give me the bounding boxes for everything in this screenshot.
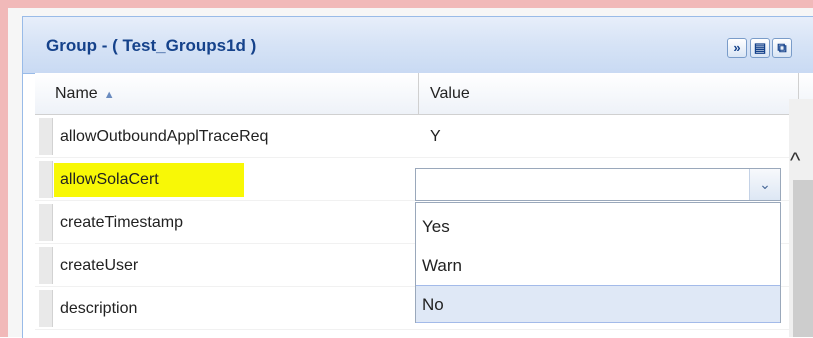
- column-header-name[interactable]: Name ▲: [55, 73, 115, 114]
- column-header-value-label: Value: [430, 85, 470, 102]
- frame-border-left: [0, 0, 8, 337]
- row-marker: [39, 161, 53, 198]
- option-no[interactable]: No: [416, 285, 780, 323]
- row-marker: [39, 290, 53, 327]
- property-name: allowOutboundApplTraceReq: [60, 128, 269, 145]
- column-header-name-label: Name: [55, 85, 98, 102]
- value-combobox[interactable]: ⌄: [415, 168, 781, 201]
- row-divider: [35, 329, 795, 330]
- scroll-thumb[interactable]: [793, 180, 813, 337]
- row-marker: [39, 247, 53, 284]
- sort-ascending-icon: ▲: [103, 89, 115, 101]
- property-name: createTimestamp: [60, 214, 183, 231]
- option-yes[interactable]: Yes: [416, 208, 780, 246]
- row-marker: [39, 204, 53, 241]
- option-warn[interactable]: Warn: [416, 247, 780, 285]
- chevron-down-icon[interactable]: ⌄: [749, 169, 780, 200]
- property-name-highlighted: allowSolaCert: [54, 163, 244, 197]
- dropdown-list: Yes Warn No: [415, 202, 781, 323]
- scroll-up-icon[interactable]: ^: [790, 150, 800, 172]
- frame-border-top: [0, 0, 813, 8]
- column-divider[interactable]: [418, 73, 419, 114]
- row-marker: [39, 118, 53, 155]
- grid-header-row: Name ▲ Value: [35, 73, 813, 115]
- property-value[interactable]: Y: [430, 115, 441, 158]
- column-header-value[interactable]: Value: [430, 73, 470, 114]
- property-name: description: [60, 300, 138, 317]
- property-name: createUser: [60, 257, 139, 274]
- table-row[interactable]: allowOutboundApplTraceReq Y: [35, 115, 795, 158]
